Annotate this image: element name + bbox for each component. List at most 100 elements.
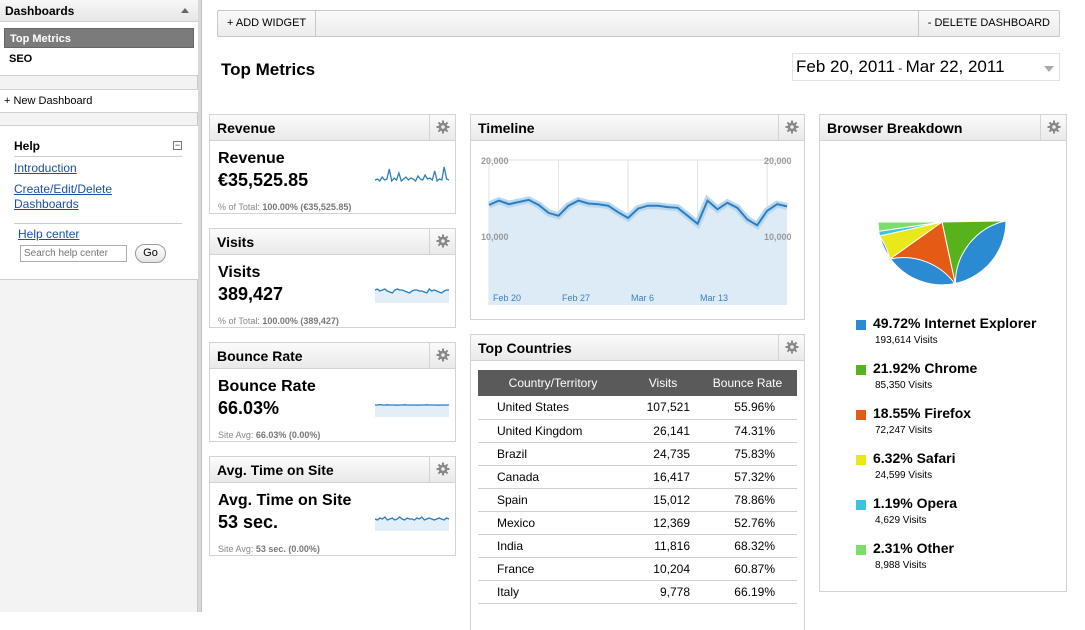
gear-icon[interactable] (1040, 115, 1066, 140)
x-tick-label: Feb 20 (493, 293, 521, 303)
legend-item: 49.72% Internet Explorer 193,614 Visits (856, 315, 1076, 355)
dashboards-panel: Dashboards Top Metrics SEO (0, 0, 198, 76)
visits-cell: 24,735 (628, 442, 698, 466)
help-link-create-edit-delete[interactable]: Create/Edit/Delete Dashboards (14, 182, 174, 212)
widget-revenue: Revenue Revenue €35,525.85 % of Total: 1… (209, 114, 456, 214)
widget-header[interactable]: Browser Breakdown (820, 115, 1066, 141)
widget-header[interactable]: Timeline (471, 115, 804, 141)
sidebar-resize-handle[interactable] (198, 0, 202, 612)
table-row[interactable]: Spain 15,012 78.86% (478, 488, 797, 512)
metric-title: Bounce Rate (218, 378, 316, 395)
collapse-caret-icon[interactable] (181, 8, 189, 13)
gear-icon[interactable] (429, 457, 455, 482)
gear-icon[interactable] (778, 115, 804, 140)
bounce-rate-cell: 66.19% (698, 580, 797, 604)
legend-item: 1.19% Opera 4,629 Visits (856, 495, 1076, 535)
y-tick-label: 10,000 (481, 232, 509, 242)
legend-swatch (856, 410, 866, 420)
timeline-chart[interactable]: 20,000 20,000 10,000 10,000 Feb 20 Feb 2… (471, 142, 804, 319)
visits-cell: 9,778 (628, 580, 698, 604)
sidebar-item-top-metrics[interactable]: Top Metrics (4, 28, 194, 48)
footnote-value: 100.00% (€35,525.85) (262, 202, 352, 212)
column-header-country[interactable]: Country/Territory (478, 370, 628, 396)
table-row[interactable]: France 10,204 60.87% (478, 557, 797, 581)
table-row[interactable]: Mexico 12,369 52.76% (478, 511, 797, 535)
metric-value: 389,427 (218, 284, 284, 304)
date-range-picker[interactable]: Feb 20, 2011 - Mar 22, 2011 (792, 53, 1060, 81)
visits-cell: 16,417 (628, 465, 698, 489)
table-row[interactable]: Brazil 24,735 75.83% (478, 442, 797, 466)
add-widget-button[interactable]: + ADD WIDGET (218, 11, 317, 36)
browser-pie-chart[interactable] (875, 155, 1009, 289)
metric-footnote: % of Total: 100.00% (389,427) (218, 316, 339, 326)
widget-header[interactable]: Avg. Time on Site (210, 457, 455, 483)
sidebar-item-seo[interactable]: SEO (0, 48, 198, 69)
help-search-input[interactable] (20, 245, 127, 262)
collapse-minus-icon[interactable]: − (173, 141, 182, 150)
y-tick-label: 20,000 (481, 156, 509, 166)
widget-title: Revenue (217, 120, 276, 136)
metric-title: Revenue (218, 150, 285, 167)
column-header-visits[interactable]: Visits (628, 370, 698, 396)
footnote-prefix: Site Avg: (218, 430, 256, 440)
metric-title: Visits (218, 264, 261, 281)
countries-table: Country/Territory Visits Bounce Rate Uni… (478, 370, 797, 604)
gear-icon[interactable] (429, 343, 455, 368)
legend-label: 21.92% Chrome (873, 360, 978, 376)
dashboards-header-label: Dashboards (5, 4, 75, 18)
column-header-bounce-rate[interactable]: Bounce Rate (698, 370, 797, 396)
metric-title: Avg. Time on Site (218, 492, 352, 509)
divider (14, 156, 182, 157)
legend-visits: 4,629 Visits (875, 515, 927, 526)
widget-header[interactable]: Revenue (210, 115, 455, 141)
legend-visits: 24,599 Visits (875, 470, 933, 481)
widget-top-countries: Top Countries Country/Territory Visits B… (470, 334, 805, 630)
sparkline (375, 516, 449, 531)
widget-title: Browser Breakdown (827, 120, 963, 136)
legend-item: 2.31% Other 8,988 Visits (856, 540, 1076, 580)
legend-swatch (856, 320, 866, 330)
new-dashboard-link[interactable]: + New Dashboard (0, 89, 198, 113)
country-cell: India (478, 534, 628, 558)
date-separator: - (894, 61, 906, 75)
widget-title: Visits (217, 234, 255, 250)
legend-visits: 72,247 Visits (875, 425, 933, 436)
widget-header[interactable]: Top Countries (471, 335, 804, 361)
metric-value: €35,525.85 (218, 170, 309, 190)
legend-swatch (856, 500, 866, 510)
dashboards-header[interactable]: Dashboards (0, 0, 198, 22)
delete-dashboard-button[interactable]: - DELETE DASHBOARD (917, 11, 1059, 36)
date-start: Feb 20, 2011 (796, 57, 895, 76)
widget-bounce-rate: Bounce Rate Bounce Rate 66.03% Site Avg:… (209, 342, 456, 442)
x-tick-label: Mar 6 (631, 293, 654, 303)
legend-item: 6.32% Safari 24,599 Visits (856, 450, 1076, 490)
table-row[interactable]: United Kingdom 26,141 74.31% (478, 419, 797, 443)
table-row[interactable]: United States 107,521 55.96% (478, 396, 797, 420)
dashboard-toolbar: + ADD WIDGET - DELETE DASHBOARD (217, 10, 1060, 37)
table-row[interactable]: Canada 16,417 57.32% (478, 465, 797, 489)
go-button[interactable]: Go (135, 244, 166, 263)
dashboard-page: { "sidebar": { "header": "Dashboards", "… (0, 0, 1085, 630)
help-center-link[interactable]: Help center (18, 227, 79, 241)
footnote-value: 66.03% (0.00%) (255, 430, 321, 440)
widget-header[interactable]: Bounce Rate (210, 343, 455, 369)
country-cell: United Kingdom (478, 419, 628, 443)
footnote-prefix: % of Total: (218, 316, 263, 326)
metric-footnote: Site Avg: 66.03% (0.00%) (218, 430, 320, 440)
visits-cell: 15,012 (628, 488, 698, 512)
country-cell: Brazil (478, 442, 628, 466)
gear-icon[interactable] (778, 335, 804, 360)
legend-label: 6.32% Safari (873, 450, 956, 466)
widget-timeline: Timeline 20,000 20,000 10,000 10,000 Feb… (470, 114, 805, 320)
visits-cell: 10,204 (628, 557, 698, 581)
gear-icon[interactable] (429, 115, 455, 140)
table-row[interactable]: Italy 9,778 66.19% (478, 580, 797, 604)
table-row[interactable]: India 11,816 68.32% (478, 534, 797, 558)
widget-header[interactable]: Visits (210, 229, 455, 255)
dropdown-arrow-icon[interactable] (1044, 66, 1054, 72)
page-title: Top Metrics (221, 60, 316, 79)
sparkline (375, 403, 449, 417)
help-link-introduction[interactable]: Introduction (14, 161, 174, 176)
gear-icon[interactable] (429, 229, 455, 254)
sparkline (375, 166, 449, 183)
